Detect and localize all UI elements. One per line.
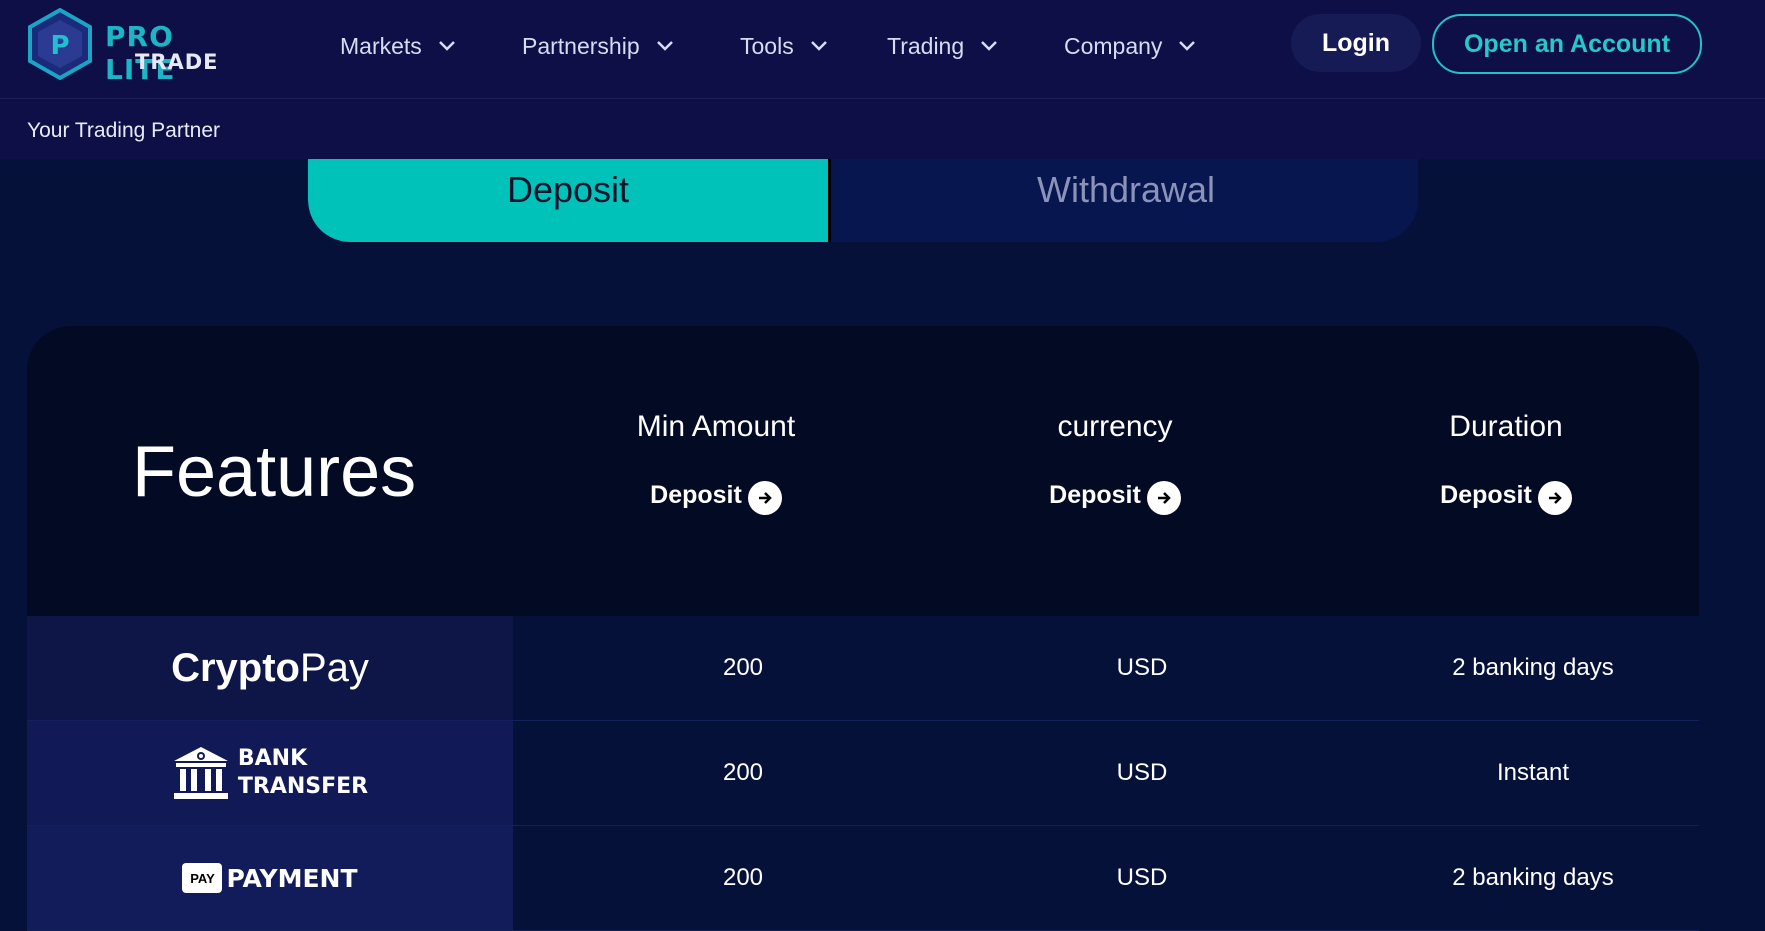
duration-cell: 2 banking days [1452,654,1614,681]
payment-label: PAYMENT [226,863,358,893]
chevron-down-icon [810,41,827,51]
currency-cell: USD [1116,759,1168,786]
column-currency: currency Deposit [965,410,1265,515]
min-amount-cell: 200 [722,759,764,786]
deposit-link[interactable]: Deposit [1440,478,1572,515]
tab-deposit[interactable]: Deposit [308,159,831,242]
bank-building-icon [173,747,228,799]
bank-line1: BANK [237,746,308,771]
brand-logo[interactable]: P PRO LITE TRADE [26,8,246,86]
logo-text-light: Pay [299,645,369,690]
arrow-right-icon [747,481,782,515]
nav-markets[interactable]: Markets [340,28,456,64]
deposit-link[interactable]: Deposit [1049,478,1181,515]
nav-tools[interactable]: Tools [740,28,828,64]
column-label: Min Amount [636,410,796,443]
arrow-right-icon [1537,481,1572,515]
logo-hexagon-icon: P [28,8,92,80]
nav-label: Company [1064,32,1163,59]
deposit-link-label: Deposit [650,480,742,509]
duration-cell: Instant [1496,759,1570,786]
column-label: currency [1057,410,1173,443]
nav-label: Markets [340,32,422,59]
features-table-header: Features Min Amount Deposit currency Dep… [27,326,1699,616]
chevron-down-icon [438,41,455,51]
payment-logo: PAY PAYMENT [27,826,513,930]
duration-cell: 2 banking days [1452,864,1614,891]
chevron-down-icon [1179,41,1196,51]
column-min-amount: Min Amount Deposit [566,410,866,515]
nav-trading[interactable]: Trading [887,28,998,64]
currency-cell: USD [1116,654,1168,681]
tagline: Your Trading Partner [27,119,221,142]
chevron-down-icon [981,41,998,51]
bank-line2: TRANSFER [237,774,369,799]
deposit-link-label: Deposit [1440,480,1532,509]
currency-cell: USD [1116,864,1168,891]
deposit-link[interactable]: Deposit [650,478,782,515]
tagline-bar: Your Trading Partner [0,99,1765,159]
table-row: BANK TRANSFER 200 USD Instant [27,721,1699,826]
table-row: PAY PAYMENT 200 USD 2 banking days [27,826,1699,931]
min-amount-cell: 200 [722,864,764,891]
login-button[interactable]: Login [1291,14,1421,72]
table-row: CryptoPay 200 USD 2 banking days [27,616,1699,721]
cryptopay-logo: CryptoPay [27,616,513,720]
pay-badge: PAY [190,870,215,886]
payment-methods-table: CryptoPay 200 USD 2 banking days BANK TR… [27,616,1699,931]
bank-transfer-logo: BANK TRANSFER [27,721,513,825]
open-account-button[interactable]: Open an Account [1432,14,1702,74]
features-title: Features [132,432,417,512]
nav-partnership[interactable]: Partnership [522,28,674,64]
arrow-right-icon [1146,481,1181,515]
deposit-link-label: Deposit [1049,480,1141,509]
top-navbar: P PRO LITE TRADE Markets Partnership Too… [0,0,1765,99]
column-label: Duration [1449,410,1563,443]
tab-withdrawal[interactable]: Withdrawal [834,159,1418,242]
column-duration: Duration Deposit [1356,410,1656,515]
deposit-withdrawal-tabs: Deposit Withdrawal [308,159,1418,242]
nav-label: Partnership [522,32,640,59]
nav-label: Trading [887,32,965,59]
nav-label: Tools [740,32,794,59]
nav-company[interactable]: Company [1064,28,1196,64]
svg-text:P: P [50,31,69,61]
chevron-down-icon [656,41,673,51]
brand-subname: TRADE [135,50,219,74]
min-amount-cell: 200 [722,654,764,681]
logo-text-bold: Crypto [171,645,300,690]
